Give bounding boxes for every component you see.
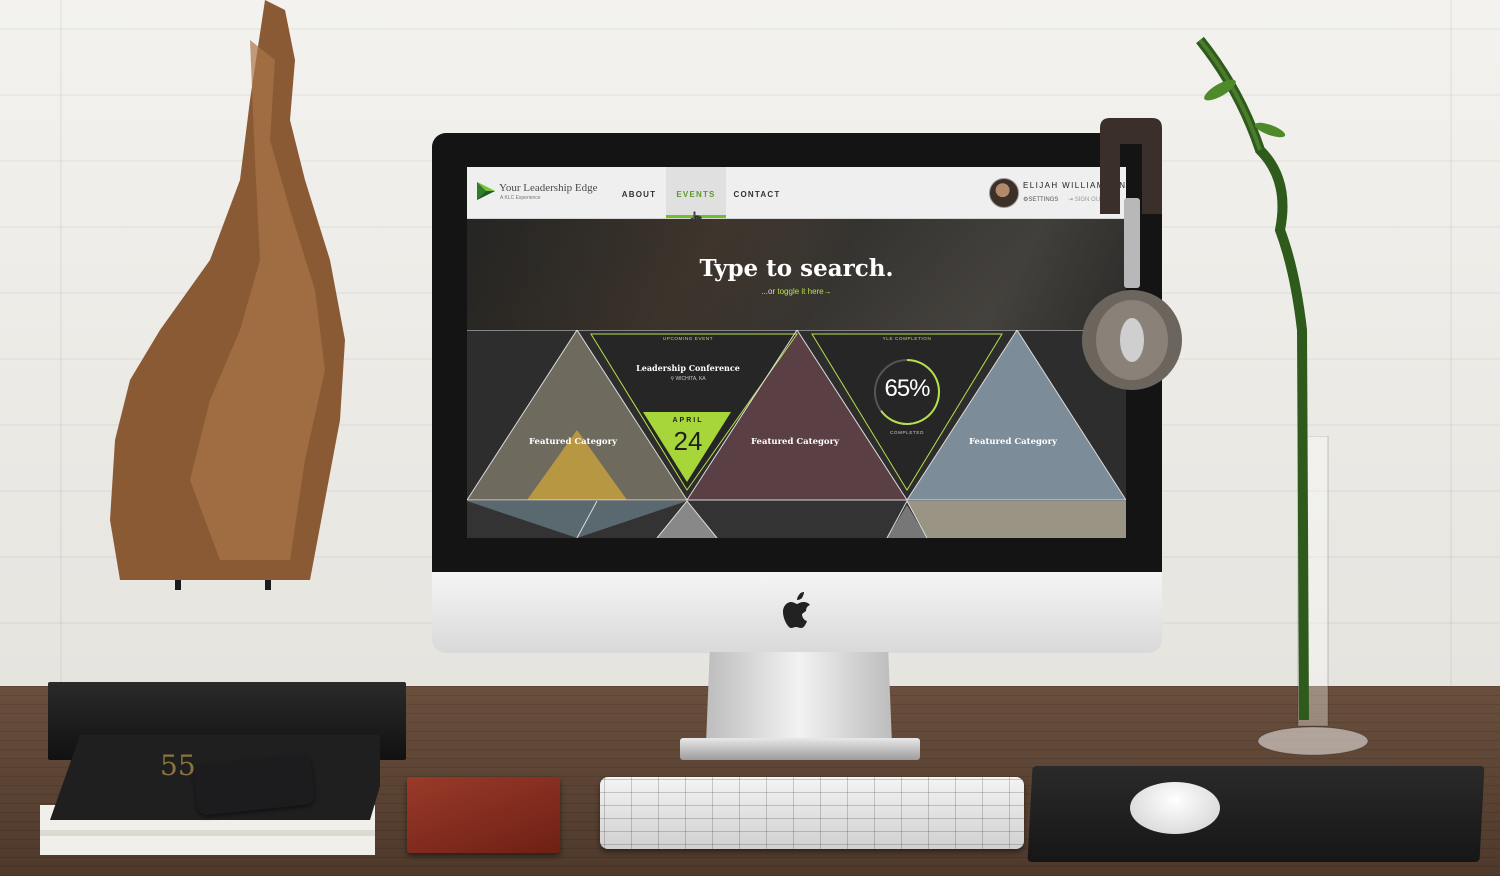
- featured-category-label[interactable]: Featured Category: [953, 437, 1073, 447]
- wall-seam: [60, 0, 62, 690]
- imac-stand: [706, 652, 892, 744]
- search-prompt-title[interactable]: Type to search.: [467, 255, 1126, 282]
- event-location: ⚲ WICHITA, KA: [628, 376, 748, 382]
- site-header: Your Leadership Edge A KLC Experience AB…: [467, 167, 1126, 226]
- imac-stand-foot: [680, 738, 920, 760]
- event-location-text: WICHITA, KA: [675, 376, 706, 382]
- sign-out-icon: ⇥: [1068, 197, 1075, 203]
- site-logo-title[interactable]: Your Leadership Edge: [499, 182, 597, 194]
- wall-seam: [1450, 0, 1452, 690]
- search-toggle-line: ...or toggle it here→: [467, 287, 1126, 296]
- headphones: [1082, 118, 1182, 390]
- apple-logo-icon: [783, 592, 810, 628]
- event-day: 24: [673, 426, 703, 456]
- search-hero[interactable]: Type to search. ...or toggle it here→: [467, 219, 1126, 330]
- nav-about[interactable]: ABOUT: [615, 167, 663, 218]
- leather-passport: [407, 777, 560, 853]
- website-screen: Your Leadership Edge A KLC Experience AB…: [467, 167, 1126, 538]
- driftwood-sculpture: [110, 0, 345, 590]
- settings-link[interactable]: ⚙SETTINGS: [1023, 196, 1058, 203]
- mouse: [1130, 782, 1220, 834]
- event-month: APRIL: [672, 417, 704, 424]
- completion-heading: YLE COMPLETION: [882, 336, 932, 341]
- logo-triangle-icon[interactable]: [475, 180, 497, 202]
- site-logo-subtitle: A KLC Experience: [500, 195, 541, 201]
- mouse-pad: [1027, 766, 1485, 862]
- search-toggle-prefix: ...or: [761, 287, 778, 296]
- bamboo-plant: [1196, 36, 1309, 720]
- nav-contact[interactable]: CONTACT: [729, 167, 785, 218]
- arrow-right-icon[interactable]: →: [824, 287, 832, 296]
- svg-text:55: 55: [160, 749, 196, 782]
- user-avatar[interactable]: [989, 178, 1019, 208]
- keyboard: [600, 777, 1024, 849]
- triangle-tile-grid: Featured Category Featured Category Feat…: [467, 330, 1126, 538]
- completion-percent: 65%: [884, 375, 930, 402]
- event-title[interactable]: Leadership Conference: [628, 363, 748, 373]
- completion-caption: COMPLETED: [890, 430, 924, 435]
- tile-grid-graphic: [467, 330, 1126, 538]
- search-toggle-link[interactable]: toggle it here: [777, 287, 823, 296]
- settings-label: SETTINGS: [1028, 197, 1059, 203]
- featured-category-label[interactable]: Featured Category: [735, 437, 855, 447]
- featured-tile-clock[interactable]: [907, 501, 1126, 538]
- featured-category-label[interactable]: Featured Category: [513, 437, 633, 447]
- upcoming-event-heading: UPCOMING EVENT: [662, 336, 714, 341]
